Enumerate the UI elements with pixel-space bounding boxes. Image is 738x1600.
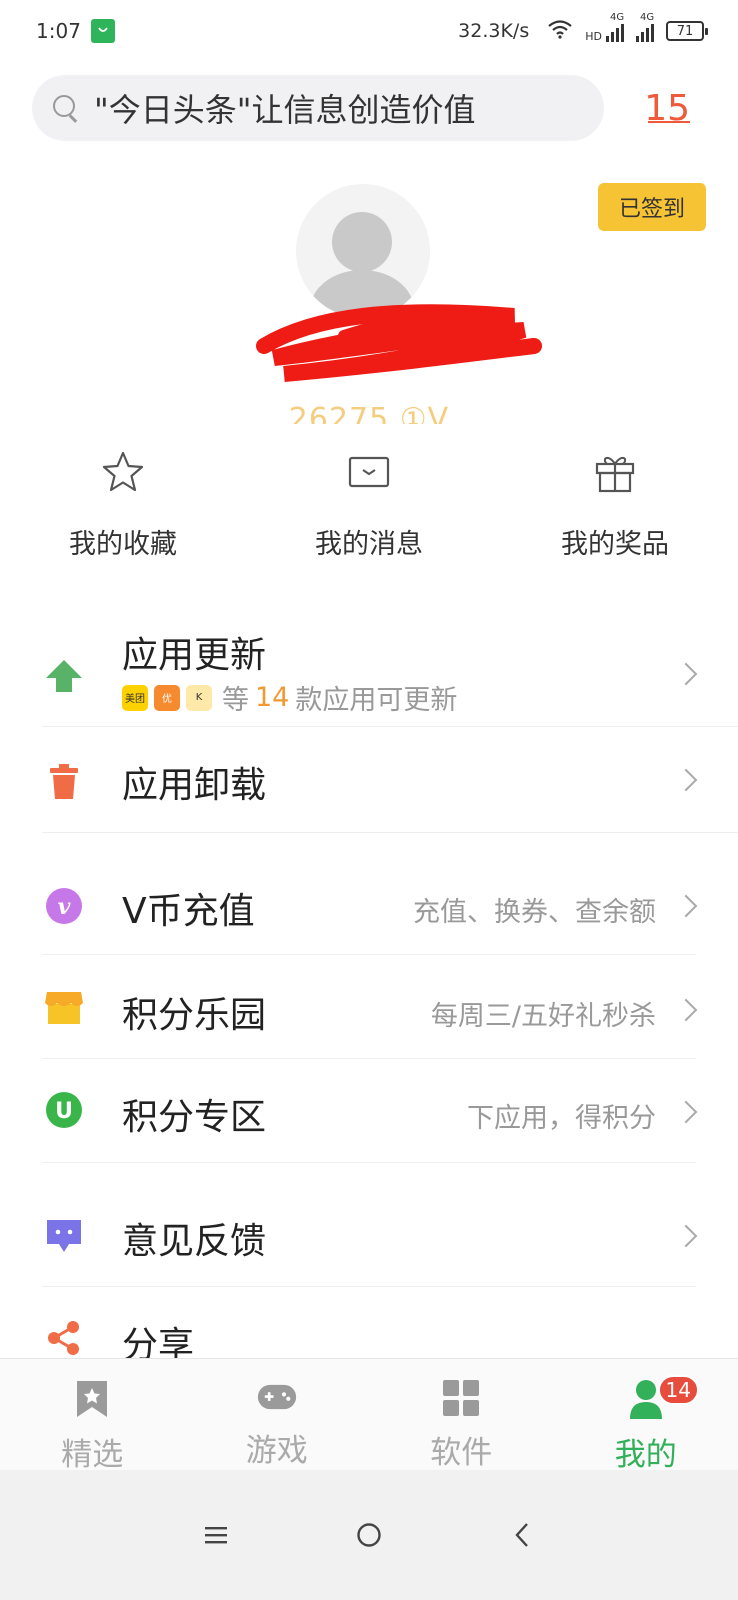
search-row: "今日头条"让信息创造价值 15: [32, 74, 712, 142]
divider: [42, 954, 696, 955]
feedback-chat-icon: [44, 1216, 84, 1256]
home-circle-icon[interactable]: [349, 1515, 389, 1555]
quick-messages[interactable]: 我的消息: [246, 448, 492, 561]
kuwo-app-icon: K: [186, 684, 212, 711]
chevron-right-icon: [674, 894, 698, 918]
menu-subtitle: 每周三/五好礼秒杀: [430, 1001, 656, 1032]
arrow-up-icon: [44, 656, 84, 696]
tab-mine[interactable]: 我的 14: [554, 1359, 738, 1473]
notification-badge: 14: [657, 1375, 699, 1405]
quick-label: 我的奖品: [561, 529, 669, 560]
chevron-right-icon: [674, 768, 698, 792]
update-prefix: 等: [222, 685, 249, 716]
wifi-icon: [547, 19, 573, 44]
menu-points-zone[interactable]: U 积分专区 下应用，得积分: [0, 1062, 738, 1162]
menu-title: 积分专区: [122, 1097, 267, 1138]
tab-software[interactable]: 软件: [369, 1359, 554, 1471]
menu-title: V币充值: [122, 891, 255, 932]
checkin-button[interactable]: 已签到: [598, 183, 706, 231]
quick-label: 我的收藏: [69, 529, 177, 560]
menu-title: 分享: [122, 1325, 195, 1358]
network-tag: 4G: [610, 12, 625, 23]
tab-featured[interactable]: 精选: [0, 1359, 185, 1473]
quick-favorites[interactable]: 我的收藏: [0, 448, 246, 561]
score-row: 26275 ①V: [0, 398, 738, 424]
chevron-right-icon: [674, 998, 698, 1022]
cellular-signal-icon: 4G: [606, 12, 624, 42]
star-icon: [99, 448, 147, 496]
menu-title: 意见反馈: [122, 1221, 267, 1262]
u-points-icon-glyph: U: [55, 1099, 73, 1124]
search-icon: [52, 94, 80, 122]
divider: [42, 726, 738, 727]
menu-share[interactable]: 分享: [0, 1290, 738, 1358]
menu-subtitle: 充值、换券、查余额: [413, 897, 656, 928]
quick-actions: 我的收藏 我的消息 我的奖品: [0, 448, 738, 561]
network-speed: 32.3K/s: [458, 20, 530, 42]
chevron-right-icon: [674, 1100, 698, 1124]
score-text: 26275 ①V: [288, 402, 450, 424]
gift-icon: [591, 448, 639, 496]
vcoin-icon-glyph: v: [58, 894, 71, 920]
tab-label: 软件: [430, 1435, 493, 1471]
status-indicators: 32.3K/s HD 4G 4G 71: [458, 12, 708, 44]
trash-icon: [44, 762, 84, 802]
download-count-button[interactable]: 15: [644, 88, 690, 129]
tab-label: 游戏: [245, 1433, 308, 1469]
tab-label: 我的: [614, 1437, 677, 1473]
update-subtitle: 美团 优 K 等 14 款应用可更新: [122, 678, 457, 717]
system-navigation-bar: [0, 1470, 738, 1600]
tab-label: 精选: [61, 1437, 124, 1473]
chevron-right-icon: [674, 1224, 698, 1248]
menu-title: 应用更新: [122, 635, 267, 676]
vcoin-icon: v: [44, 886, 84, 926]
gamepad-icon: [257, 1379, 297, 1415]
u-points-icon: U: [44, 1090, 84, 1130]
menu-points-park[interactable]: 积分乐园 每周三/五好礼秒杀: [0, 958, 738, 1058]
section-divider: [42, 1162, 696, 1163]
section-divider: [42, 832, 738, 833]
hd-tag: HD: [585, 29, 602, 43]
network-tag-2: 4G: [640, 12, 655, 23]
redaction-scribble: [256, 304, 542, 382]
divider: [42, 1286, 696, 1287]
update-count: 14: [255, 682, 290, 713]
menu-title: 积分乐园: [122, 995, 267, 1036]
status-bar: 1:07 32.3K/s HD 4G 4G 71: [0, 0, 738, 62]
menu-app-uninstall[interactable]: 应用卸载: [0, 730, 738, 834]
menu-subtitle: 下应用，得积分: [467, 1103, 656, 1134]
back-arrow-icon[interactable]: [502, 1515, 542, 1555]
search-hint-text: "今日头条"让信息创造价值: [94, 91, 476, 129]
battery-icon: 71: [666, 21, 708, 41]
quick-label: 我的消息: [315, 529, 423, 560]
menu-title: 应用卸载: [122, 765, 267, 806]
meituan-app-icon: 美团: [122, 684, 148, 711]
bottom-tab-bar: 精选 游戏 软件 我的 14: [0, 1358, 738, 1473]
quick-prizes[interactable]: 我的奖品: [492, 448, 738, 561]
bookmark-icon: [72, 1379, 112, 1419]
menu-feedback[interactable]: 意见反馈: [0, 1186, 738, 1286]
tab-games[interactable]: 游戏: [185, 1359, 370, 1470]
grid-icon: [441, 1379, 481, 1417]
status-time: 1:07: [36, 19, 81, 43]
menu-vcoin-recharge[interactable]: v V币充值 充值、换券、查余额: [0, 856, 738, 952]
menu-lines-icon[interactable]: [196, 1515, 236, 1555]
shopping-bag-notification-icon: [90, 19, 115, 43]
shop-icon: [44, 988, 84, 1028]
share-icon: [44, 1318, 84, 1358]
envelope-icon: [345, 448, 393, 496]
cellular-signal-2-icon: 4G: [636, 12, 654, 42]
divider: [42, 1058, 696, 1059]
update-suffix: 款应用可更新: [295, 685, 458, 716]
uc-browser-app-icon: 优: [154, 684, 180, 711]
search-input[interactable]: "今日头条"让信息创造价值: [32, 75, 604, 141]
chevron-right-icon: [674, 662, 698, 686]
